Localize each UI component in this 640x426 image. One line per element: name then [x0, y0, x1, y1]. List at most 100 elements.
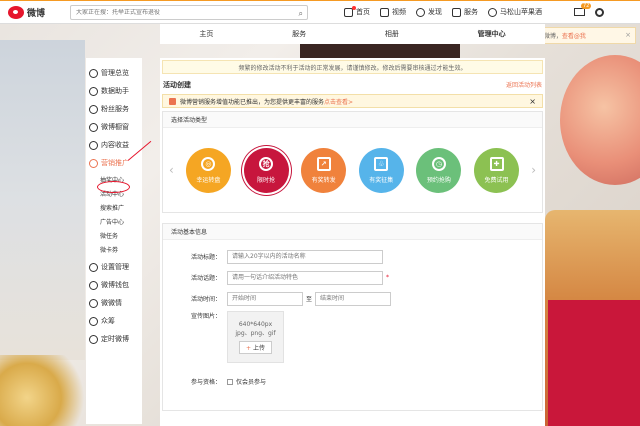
nav-service[interactable]: 服务: [452, 7, 478, 17]
time-separator: 至: [306, 296, 313, 303]
sub-navigation: 主页 服务 相册 管理中心: [160, 24, 545, 44]
form-row-image: 宣传图片： 640*640px jpg、png、gif + 上传: [163, 311, 542, 363]
close-icon[interactable]: ×: [529, 97, 536, 106]
sidebar-item-showcase[interactable]: 微博橱窗: [86, 118, 142, 136]
activity-title-input[interactable]: [227, 249, 383, 264]
wallet-icon: [89, 280, 98, 290]
end-time-input[interactable]: [315, 291, 392, 306]
sidebar: 管理总览 数据助手 粉丝服务 微博橱窗 内容收益 营销推广 抽奖中心 活动中心 …: [86, 58, 142, 424]
activity-type-label: 有奖转发: [311, 176, 336, 184]
service-notice-text: 微博营销服务增值功能已推出，为您提供更丰富的服务: [180, 98, 325, 106]
top-navigation-bar: 微博 ⌕ 首页 视频 发现 服务 马松山苹果酒 72: [0, 0, 640, 24]
sidebar-item-fans[interactable]: 粉丝服务: [86, 100, 142, 118]
tab-home[interactable]: 主页: [199, 29, 213, 39]
service-notice-link[interactable]: 点击查看>: [324, 97, 353, 106]
activity-type-collect[interactable]: ♧ 有奖征集: [358, 147, 404, 193]
search-icon[interactable]: ⌕: [299, 9, 303, 19]
activity-type-repost[interactable]: ↗ 有奖转发: [301, 147, 347, 193]
nav-service-label: 服务: [464, 8, 478, 16]
top-right-tools: 72: [574, 3, 604, 17]
sidebar-item-scheduled[interactable]: 定时微博: [86, 330, 142, 348]
activity-type-panel: 选择活动类型 ‹ ◎ 幸运转盘 抢 限时抢 ↗ 有奖转发 ♧ 有奖征集 ◷ 预约…: [162, 111, 543, 213]
mail-icon[interactable]: 72: [574, 3, 592, 16]
search-input[interactable]: [76, 8, 286, 16]
sidebar-item-emotion[interactable]: 微微情: [86, 294, 142, 312]
sidebar-item-label: 管理总览: [101, 69, 129, 77]
form-row-title: 活动标题：: [163, 246, 542, 267]
nav-home-label: 首页: [356, 8, 370, 16]
gear-icon[interactable]: [595, 7, 604, 17]
sidebar-item-label: 微博橱窗: [101, 123, 129, 131]
members-only-checkbox[interactable]: [227, 378, 233, 385]
image-size-hint: 640*640px: [238, 320, 273, 328]
flash-sale-icon: 抢: [259, 156, 274, 171]
activity-type-circle: ♧ 有奖征集: [358, 147, 404, 193]
gift-box-icon: ♧: [374, 156, 389, 171]
sidebar-item-wallet[interactable]: 微博钱包: [86, 276, 142, 294]
sidebar-item-marketing[interactable]: 营销推广: [86, 154, 142, 172]
mention-popup-link[interactable]: 查看@我: [562, 31, 586, 40]
back-to-list-link[interactable]: 返回活动列表: [506, 80, 542, 90]
tab-service[interactable]: 服务: [292, 29, 306, 39]
start-time-input[interactable]: [227, 291, 303, 306]
sidebar-sub-ad-center[interactable]: 广告中心: [86, 214, 142, 228]
nav-discover[interactable]: 发现: [416, 7, 442, 17]
trial-icon: ✚: [489, 156, 504, 171]
home-icon: [344, 5, 356, 17]
form-row-qualification: 参与资格： 仅会员参与: [163, 377, 542, 386]
activity-topic-input[interactable]: [227, 270, 383, 285]
sidebar-sub-search-promo[interactable]: 搜索推广: [86, 200, 142, 214]
chevron-left-icon[interactable]: ‹: [169, 163, 174, 177]
sidebar-item-settings[interactable]: 设置管理: [86, 258, 142, 276]
nav-discover-label: 发现: [428, 8, 442, 16]
tab-management-center[interactable]: 管理中心: [478, 29, 506, 39]
tab-album[interactable]: 相册: [385, 29, 399, 39]
weibo-logo[interactable]: 微博: [8, 5, 60, 19]
home-notification-dot: [352, 5, 356, 10]
close-icon[interactable]: ×: [625, 31, 631, 39]
sidebar-sub-micro-task[interactable]: 微任务: [86, 228, 142, 242]
sidebar-sub-coupon[interactable]: 微卡券: [86, 242, 142, 256]
promo-image-label: 宣传图片：: [190, 313, 221, 320]
background-bottle-label: [548, 300, 640, 426]
image-type-hint: jpg、png、gif: [235, 329, 276, 337]
activity-type-title: 选择活动类型: [163, 112, 542, 128]
overview-icon: [89, 68, 98, 78]
sidebar-item-overview[interactable]: 管理总览: [86, 64, 142, 82]
nav-user[interactable]: 马松山苹果酒: [488, 7, 542, 17]
chevron-right-icon[interactable]: ›: [531, 163, 536, 177]
clock-icon: ◷: [431, 156, 446, 171]
nav-home[interactable]: 首页: [344, 5, 370, 17]
sidebar-item-label: 营销推广: [101, 159, 129, 167]
main-content: 频繁的修改活动不利于活动的正常发展，请谨慎修改。修改后需要审核通过才能生效。 活…: [160, 58, 545, 426]
image-upload-area[interactable]: 640*640px jpg、png、gif + 上传: [227, 311, 284, 363]
income-icon: [89, 140, 98, 150]
upload-button[interactable]: + 上传: [238, 340, 273, 354]
gift-icon: [169, 97, 176, 105]
nav-user-name: 马松山苹果酒: [500, 8, 542, 16]
nav-video[interactable]: 视频: [380, 7, 406, 17]
clock-icon: [89, 334, 98, 344]
mail-badge: 72: [581, 3, 592, 9]
activity-type-circle: ↗ 有奖转发: [301, 147, 347, 193]
sidebar-item-crowdfunding[interactable]: 众筹: [86, 312, 142, 330]
weibo-logo-text: 微博: [27, 8, 46, 19]
basic-info-title: 活动基本信息: [163, 224, 542, 240]
activity-type-reservation[interactable]: ◷ 预约抢购: [416, 147, 462, 193]
sidebar-item-label: 微微情: [101, 299, 122, 307]
basic-info-panel: 活动基本信息 活动标题： 活动话题： * 活动时间： 至 宣传图片： 640*6…: [162, 223, 543, 411]
activity-type-flash-sale[interactable]: 抢 限时抢: [243, 147, 289, 193]
sidebar-item-data[interactable]: 数据助手: [86, 82, 142, 100]
sidebar-item-label: 粉丝服务: [101, 105, 129, 113]
wheel-icon: ◎: [201, 156, 216, 171]
members-only-label: 仅会员参与: [236, 379, 267, 386]
activity-type-wheel[interactable]: ◎ 幸运转盘: [185, 147, 231, 193]
showcase-icon: [89, 122, 98, 132]
sidebar-item-income[interactable]: 内容收益: [86, 136, 142, 154]
settings-icon: [89, 262, 98, 272]
activity-type-circle: 抢 限时抢: [243, 147, 289, 193]
background-blur-left: [0, 40, 85, 360]
activity-type-free-trial[interactable]: ✚ 免费试用: [474, 147, 520, 193]
activity-type-label: 限时抢: [257, 176, 276, 184]
user-icon: [488, 7, 497, 17]
